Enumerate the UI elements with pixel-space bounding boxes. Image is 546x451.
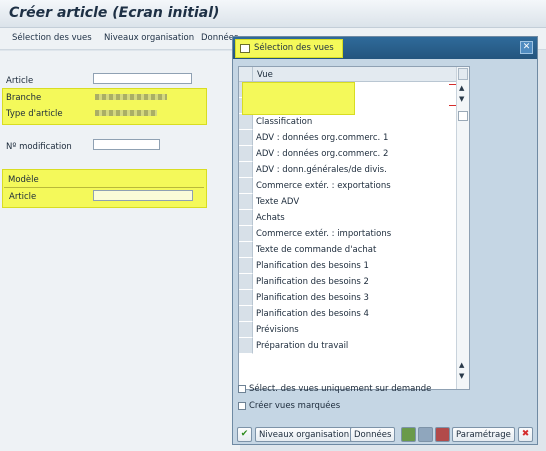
dialog-title: Sélection des vues <box>254 43 334 53</box>
view-row[interactable]: Texte ADV <box>239 194 456 210</box>
view-row[interactable]: Texte de commande d'achat <box>239 242 456 258</box>
view-row[interactable]: Classification <box>239 114 456 130</box>
row-selector[interactable] <box>239 114 253 130</box>
settings-button[interactable]: Paramétrage <box>452 427 515 442</box>
scroll-thumb[interactable] <box>458 111 468 121</box>
branche-label: Branche <box>6 93 42 103</box>
select-all-icon[interactable] <box>401 427 416 442</box>
view-label: Commerce extér. : exportations <box>256 181 391 191</box>
modele-divider <box>4 187 204 188</box>
view-label: Prévisions <box>256 325 299 335</box>
checkbox-on-demand[interactable] <box>238 385 246 393</box>
view-row[interactable]: Planification des besoins 2 <box>239 274 456 290</box>
red-marker <box>449 84 456 85</box>
view-label: ADV : donn.générales/de divis. <box>256 165 387 175</box>
view-label: Planification des besoins 4 <box>256 309 369 319</box>
article-label: Article <box>6 76 34 86</box>
views-table: Vue Données de base 1Données de base 2Cl… <box>238 66 470 390</box>
column-settings-icon[interactable] <box>458 68 468 80</box>
modification-label: Nº modification <box>6 142 72 152</box>
view-label: Achats <box>256 213 285 223</box>
view-row[interactable]: ADV : donn.générales/de divis. <box>239 162 456 178</box>
scroll-down-icon[interactable]: ▼ <box>459 372 464 380</box>
dialog-title-box: Sélection des vues <box>235 39 343 58</box>
scroll-up-icon[interactable]: ▲ <box>459 84 464 92</box>
row-selector[interactable] <box>239 146 253 162</box>
page-title: Créer article (Ecran initial) <box>9 5 220 21</box>
window-icon <box>240 44 250 53</box>
scroll-up-icon[interactable]: ▲ <box>459 361 464 369</box>
article-input[interactable] <box>93 73 192 84</box>
view-row[interactable]: ADV : données org.commerc. 1 <box>239 130 456 146</box>
view-row[interactable]: Planification des besoins 1 <box>239 258 456 274</box>
confirm-icon[interactable]: ✔ <box>237 427 252 442</box>
row-selector[interactable] <box>239 226 253 242</box>
view-row[interactable]: Commerce extér. : importations <box>239 226 456 242</box>
view-row[interactable]: ADV : données org.commerc. 2 <box>239 146 456 162</box>
scroll-down-icon[interactable]: ▼ <box>459 95 464 103</box>
type-article-label: Type d'article <box>6 109 63 119</box>
views-column-header: Vue <box>239 67 456 82</box>
views-scrollbar[interactable]: ▲ ▼ ▲ ▼ <box>456 67 469 389</box>
view-row[interactable]: Commerce extér. : exportations <box>239 178 456 194</box>
row-selector[interactable] <box>239 274 253 290</box>
row-selector[interactable] <box>239 178 253 194</box>
row-selector[interactable] <box>239 210 253 226</box>
initial-screen-form: Article Branche Type d'article Nº modifi… <box>0 51 240 451</box>
checkbox-create-marked-label: Créer vues marquées <box>249 401 341 411</box>
view-label: Texte de commande d'achat <box>256 245 377 255</box>
save-icon[interactable] <box>435 427 450 442</box>
row-selector[interactable] <box>239 130 253 146</box>
menu-item-selection-vues[interactable]: Sélection des vues <box>12 33 92 43</box>
view-row[interactable]: Achats <box>239 210 456 226</box>
column-header-vue: Vue <box>257 70 273 80</box>
row-selector[interactable] <box>239 290 253 306</box>
row-selector[interactable] <box>239 306 253 322</box>
modele-article-input[interactable] <box>93 190 193 201</box>
row-selector[interactable] <box>239 194 253 210</box>
row-selector[interactable] <box>239 322 253 338</box>
close-icon[interactable]: ✕ <box>520 41 533 54</box>
data-button[interactable]: Données <box>350 427 396 442</box>
view-label: ADV : données org.commerc. 2 <box>256 149 389 159</box>
type-article-value-redacted[interactable] <box>95 110 157 116</box>
modele-header: Modèle <box>8 175 39 185</box>
view-row[interactable]: Prévisions <box>239 322 456 338</box>
dialog-header: Sélection des vues ✕ <box>233 37 537 59</box>
branche-value-redacted[interactable] <box>95 94 167 100</box>
selected-views-highlight <box>242 82 355 115</box>
deselect-all-icon[interactable] <box>418 427 433 442</box>
red-marker <box>449 105 456 106</box>
view-label: Commerce extér. : importations <box>256 229 392 239</box>
view-label: Planification des besoins 3 <box>256 293 369 303</box>
row-selector[interactable] <box>239 162 253 178</box>
modele-article-label: Article <box>9 192 37 202</box>
view-row[interactable]: Planification des besoins 4 <box>239 306 456 322</box>
view-row[interactable]: Planification des besoins 3 <box>239 290 456 306</box>
row-selector[interactable] <box>239 242 253 258</box>
title-bar: Créer article (Ecran initial) <box>0 0 546 28</box>
view-selection-dialog: Sélection des vues ✕ Vue Données de base… <box>232 36 538 445</box>
view-label: Planification des besoins 2 <box>256 277 369 287</box>
org-levels-button[interactable]: Niveaux organisation <box>255 427 354 442</box>
view-label: Préparation du travail <box>256 341 349 351</box>
checkbox-create-marked[interactable] <box>238 402 246 410</box>
view-label: Planification des besoins 1 <box>256 261 369 271</box>
menu-item-niveaux-organisation[interactable]: Niveaux organisation <box>104 33 194 43</box>
view-row[interactable]: Préparation du travail <box>239 338 456 354</box>
modification-input[interactable] <box>93 139 160 150</box>
view-label: Classification <box>256 117 313 127</box>
view-label: Texte ADV <box>256 197 300 207</box>
row-selector[interactable] <box>239 338 253 354</box>
view-label: ADV : données org.commerc. 1 <box>256 133 389 143</box>
select-all-cell[interactable] <box>239 67 253 81</box>
row-selector[interactable] <box>239 258 253 274</box>
checkbox-on-demand-label: Sélect. des vues uniquement sur demande <box>249 384 432 394</box>
cancel-icon[interactable]: ✖ <box>518 427 533 442</box>
